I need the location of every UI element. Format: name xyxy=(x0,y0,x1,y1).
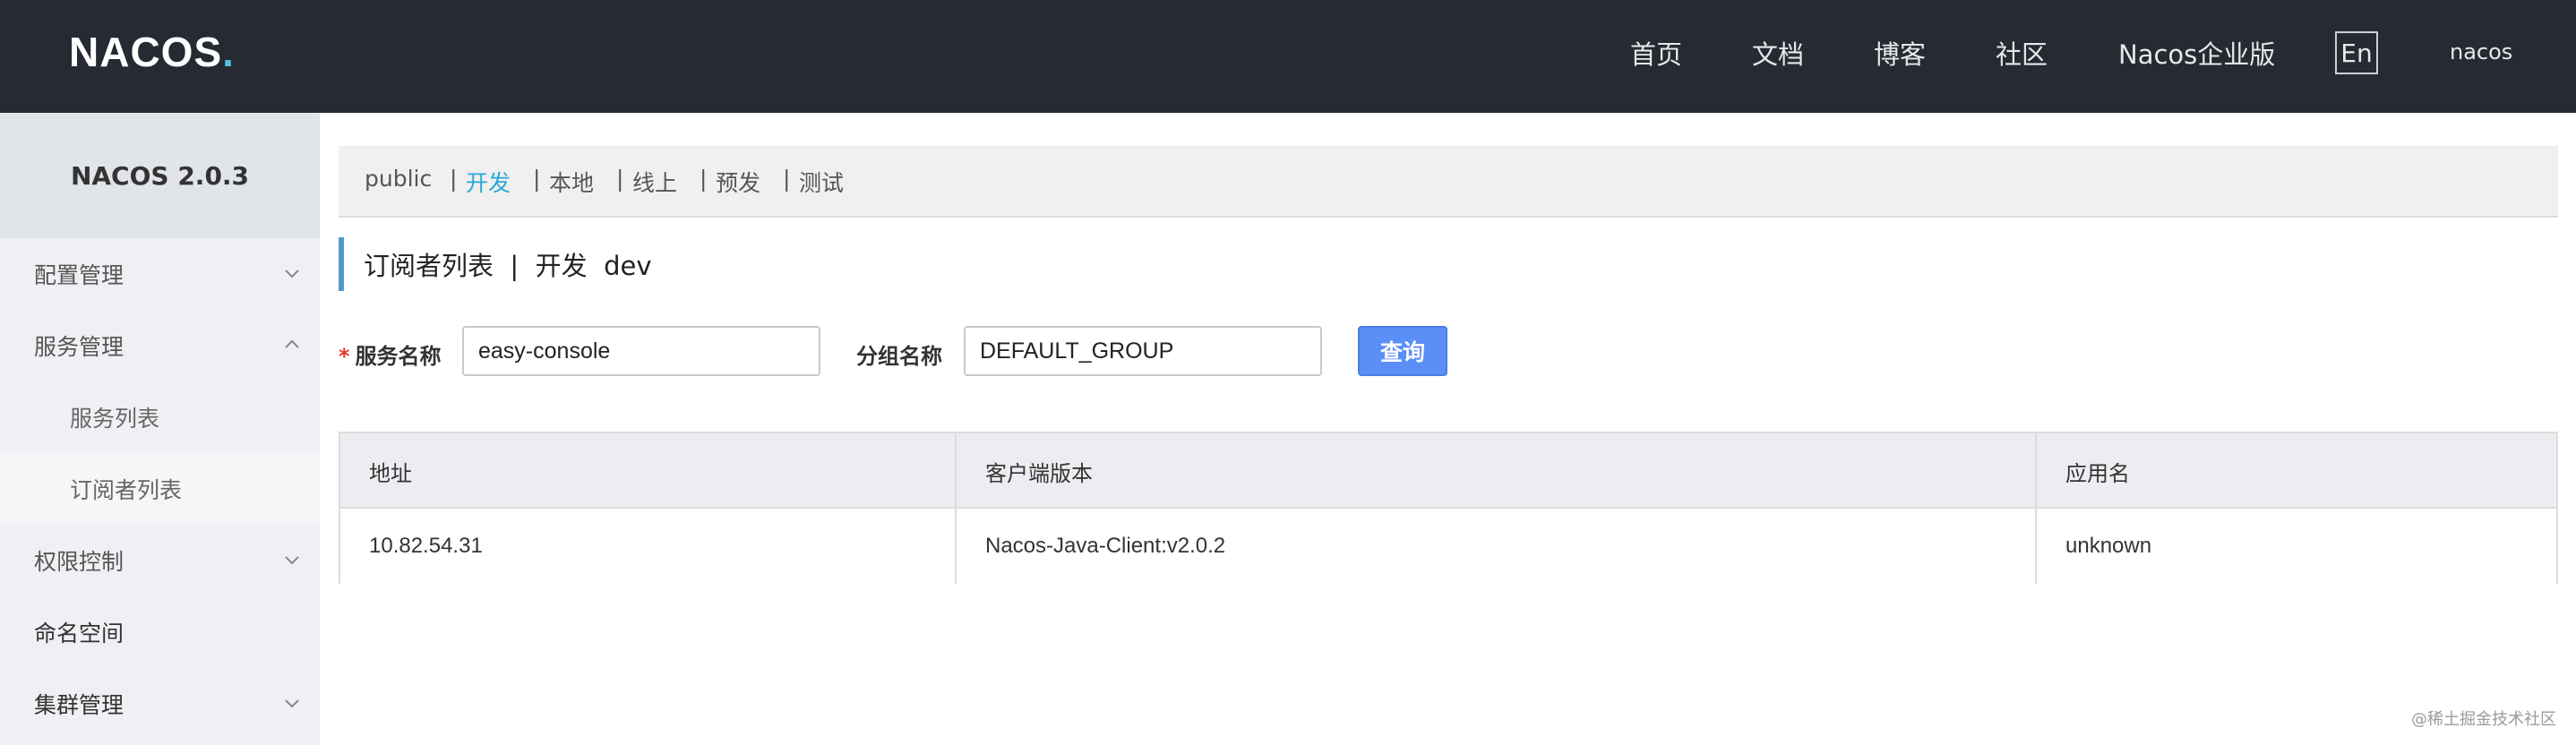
service-name-label-text: 服务名称 xyxy=(355,344,442,369)
namespace-online[interactable]: 线上 xyxy=(632,166,677,198)
nav-enterprise[interactable]: Nacos企业版 xyxy=(2118,34,2275,72)
group-name-input[interactable] xyxy=(964,326,1322,376)
cell-client-version: Nacos-Java-Client:v2.0.2 xyxy=(957,509,2037,584)
sidebar-item-label: 配置管理 xyxy=(34,262,125,288)
namespace-separator: | xyxy=(450,166,458,192)
sidebar-version: NACOS 2.0.3 xyxy=(0,113,320,238)
sidebar-item-service-list[interactable]: 服务列表 xyxy=(0,381,320,453)
sidebar-item-cluster[interactable]: 集群管理 xyxy=(0,668,320,740)
chevron-down-icon xyxy=(285,270,299,278)
column-header-client-version: 客户端版本 xyxy=(957,433,2037,509)
namespace-local[interactable]: 本地 xyxy=(549,166,594,198)
table-row: 10.82.54.31 Nacos-Java-Client:v2.0.2 unk… xyxy=(340,509,2556,584)
sidebar-item-label: 服务列表 xyxy=(70,406,160,432)
sidebar-item-label: 命名空间 xyxy=(34,621,125,647)
required-mark: * xyxy=(339,344,350,369)
namespace-public[interactable]: public xyxy=(365,166,432,192)
table-header: 地址 客户端版本 应用名 xyxy=(340,433,2556,509)
sidebar-item-namespace[interactable]: 命名空间 xyxy=(0,596,320,668)
nav-blog[interactable]: 博客 xyxy=(1874,34,1926,72)
nav-docs[interactable]: 文档 xyxy=(1752,34,1804,72)
logo-dot: . xyxy=(222,29,235,75)
chevron-up-icon xyxy=(285,339,299,348)
sidebar-item-config[interactable]: 配置管理 xyxy=(0,238,320,310)
nav-home[interactable]: 首页 xyxy=(1630,34,1682,72)
top-header: NACOS. 首页 文档 博客 社区 Nacos企业版 En nacos xyxy=(0,0,2576,113)
namespace-separator: | xyxy=(533,166,541,192)
namespace-bar: public | 开发 | 本地 | 线上 | 预发 | 测试 xyxy=(339,146,2558,218)
column-header-app-name: 应用名 xyxy=(2065,460,2130,486)
nacos-logo[interactable]: NACOS. xyxy=(69,27,235,77)
sidebar-item-label: 服务管理 xyxy=(34,334,125,360)
sidebar-item-auth[interactable]: 权限控制 xyxy=(0,525,320,596)
column-header-address: 地址 xyxy=(340,433,957,509)
chevron-down-icon xyxy=(285,699,299,708)
subscriber-table: 地址 客户端版本 应用名 10.82.54.31 Nacos-Java-Clie… xyxy=(339,432,2558,584)
page-title: 订阅者列表 | 开发 dev xyxy=(339,237,652,291)
query-button[interactable]: 查询 xyxy=(1358,326,1447,376)
logo-text: NACOS xyxy=(69,29,223,75)
sidebar-item-service[interactable]: 服务管理 xyxy=(0,310,320,381)
language-switch-button[interactable]: En xyxy=(2335,31,2378,74)
service-name-input[interactable] xyxy=(462,326,820,376)
namespace-pre[interactable]: 预发 xyxy=(716,166,760,198)
namespace-dev[interactable]: 开发 xyxy=(466,166,511,198)
nav-community[interactable]: 社区 xyxy=(1996,34,2048,72)
user-menu[interactable]: nacos xyxy=(2450,39,2512,64)
chevron-down-icon xyxy=(285,556,299,565)
namespace-test[interactable]: 测试 xyxy=(799,166,844,198)
watermark: @稀土掘金技术社区 xyxy=(2411,710,2556,729)
group-name-label: 分组名称 xyxy=(856,344,942,369)
service-name-label: * 服务名称 xyxy=(339,338,442,370)
namespace-separator: | xyxy=(700,166,708,192)
namespace-separator: | xyxy=(616,166,624,192)
sidebar-item-label: 集群管理 xyxy=(34,692,125,718)
cell-app-name: unknown xyxy=(2065,534,2152,558)
sidebar-item-label: 权限控制 xyxy=(34,549,125,575)
sidebar: NACOS 2.0.3 配置管理 服务管理 服务列表 订阅者列表 权限控制 命名… xyxy=(0,113,320,745)
cell-address: 10.82.54.31 xyxy=(340,509,957,584)
sidebar-item-subscribers[interactable]: 订阅者列表 xyxy=(0,453,320,525)
sidebar-item-label: 订阅者列表 xyxy=(70,477,183,503)
namespace-separator: | xyxy=(783,166,791,192)
